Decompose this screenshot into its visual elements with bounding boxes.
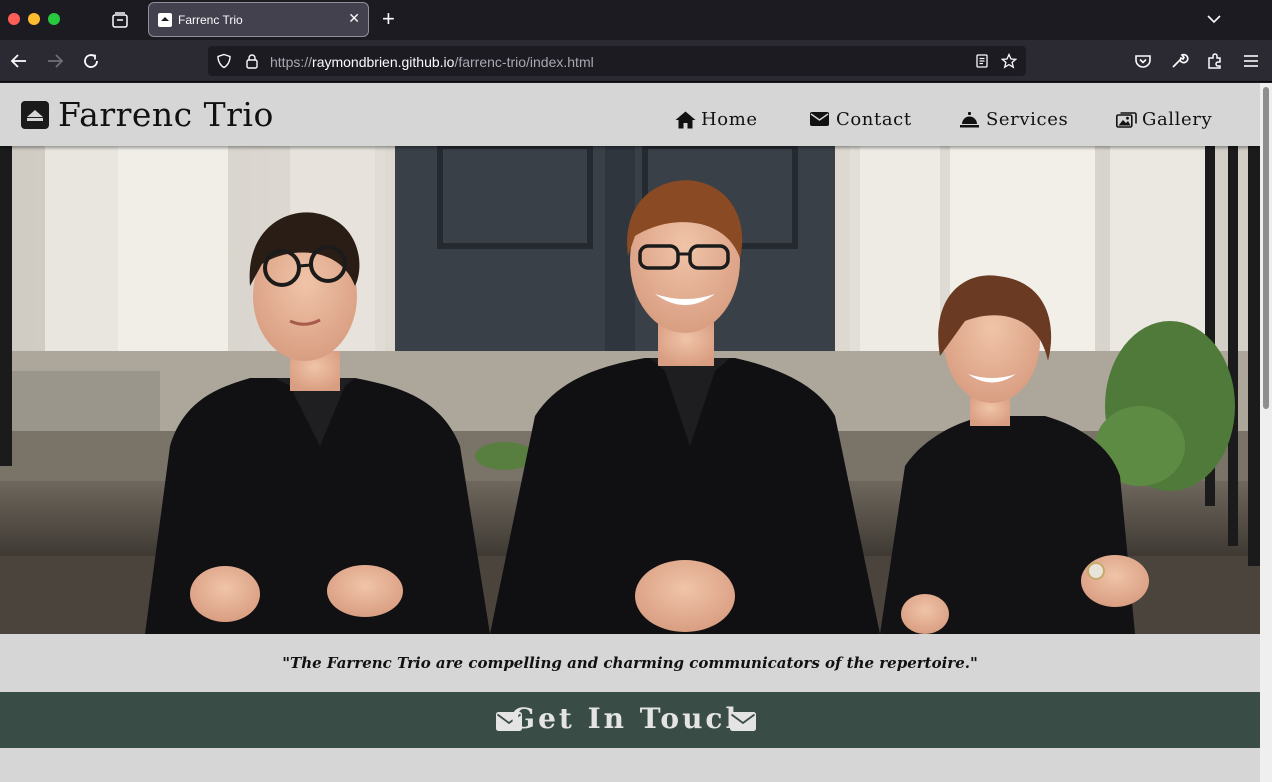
- hamburger-menu-icon[interactable]: [1241, 51, 1261, 71]
- close-tab-icon[interactable]: ✕: [348, 10, 360, 27]
- back-arrow-icon[interactable]: [9, 51, 29, 71]
- nav-services[interactable]: Services: [960, 109, 1068, 133]
- wrench-icon[interactable]: [1169, 51, 1189, 71]
- address-bar[interactable]: https://raymondbrien.github.io/farrenc-t…: [208, 46, 1026, 76]
- browser-tab[interactable]: Farrenc Trio ✕: [148, 2, 369, 37]
- nav-services-label: Services: [986, 109, 1069, 130]
- home-icon: [675, 111, 696, 129]
- close-window-button[interactable]: [8, 13, 20, 25]
- site-header: Farrenc Trio Home Contact Services Galle…: [0, 83, 1260, 146]
- tab-overview-icon[interactable]: [110, 10, 130, 30]
- forward-arrow-icon[interactable]: [45, 51, 65, 71]
- nav-home-label: Home: [701, 109, 758, 130]
- scrollbar-thumb[interactable]: [1263, 87, 1269, 409]
- images-icon: [1116, 112, 1137, 128]
- nav-gallery-label: Gallery: [1142, 109, 1213, 130]
- page-scrollbar[interactable]: [1260, 83, 1272, 782]
- lock-icon[interactable]: [244, 53, 260, 69]
- bookmark-star-icon[interactable]: [1001, 53, 1017, 69]
- shield-icon[interactable]: [216, 53, 232, 69]
- browser-nav-bar: https://raymondbrien.github.io/farrenc-t…: [0, 40, 1272, 82]
- nav-contact[interactable]: Contact: [810, 109, 912, 133]
- reader-view-icon[interactable]: [974, 53, 990, 69]
- nav-home[interactable]: Home: [675, 109, 758, 133]
- favicon-icon: [158, 13, 172, 27]
- contact-section-header: Get In Touch: [0, 692, 1260, 748]
- envelope-icon: [730, 712, 756, 731]
- pocket-icon[interactable]: [1133, 51, 1153, 71]
- extensions-icon[interactable]: [1205, 51, 1225, 71]
- contact-section-body: [0, 748, 1260, 782]
- maximize-window-button[interactable]: [48, 13, 60, 25]
- browser-tab-bar: Farrenc Trio ✕ +: [0, 0, 1272, 40]
- envelope-icon: [810, 112, 829, 126]
- site-logo[interactable]: Farrenc Trio: [58, 95, 274, 134]
- nav-contact-label: Contact: [836, 109, 912, 130]
- bell-icon: [960, 112, 979, 128]
- reload-icon[interactable]: [81, 51, 101, 71]
- url-text: https://raymondbrien.github.io/farrenc-t…: [270, 54, 594, 70]
- minimize-window-button[interactable]: [28, 13, 40, 25]
- new-tab-button[interactable]: +: [382, 6, 395, 32]
- testimonial-band: "The Farrenc Trio are compelling and cha…: [0, 634, 1260, 692]
- eject-logo-icon[interactable]: [21, 101, 49, 129]
- tab-title: Farrenc Trio: [178, 13, 243, 27]
- get-in-touch-heading: Get In Touch: [511, 702, 749, 735]
- nav-gallery[interactable]: Gallery: [1116, 109, 1212, 133]
- testimonial-quote: "The Farrenc Trio are compelling and cha…: [282, 654, 978, 672]
- page-viewport: Farrenc Trio Home Contact Services Galle…: [0, 83, 1260, 782]
- tab-list-chevron-icon[interactable]: [1206, 12, 1222, 26]
- hero-image: [0, 146, 1260, 634]
